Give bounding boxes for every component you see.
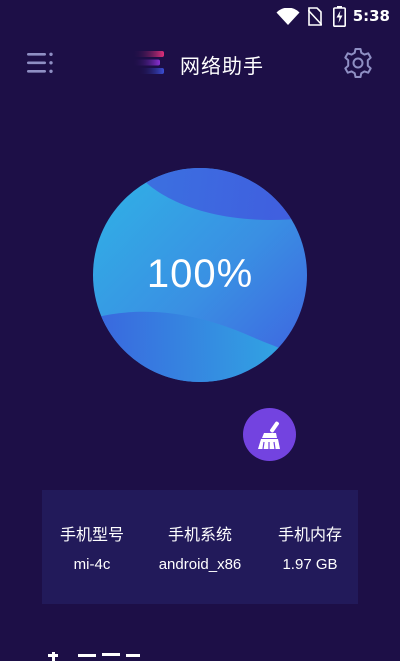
phone-model-value: mi-4c	[73, 556, 111, 573]
menu-icon	[27, 52, 53, 73]
phone-memory-label: 手机内存	[277, 525, 342, 544]
phone-model-label: 手机型号	[59, 525, 124, 544]
phone-system-info: 手机系统 android_x86	[145, 490, 255, 604]
app-title: 网络助手	[180, 54, 264, 78]
phone-system-label: 手机系统	[167, 525, 232, 544]
app-screen: 5:38 网络助手 100% 手机型号 mi-4c 手机系统 android_x…	[0, 0, 400, 661]
menu-button[interactable]	[26, 50, 56, 76]
status-time: 5:38	[352, 7, 390, 25]
no-sim-icon	[308, 7, 322, 26]
battery-charging-icon	[333, 6, 346, 27]
app-logo	[132, 51, 164, 74]
speed-percent: 100%	[146, 252, 254, 296]
device-info-panel: 手机型号 mi-4c 手机系统 android_x86 手机内存 1.97 GB	[42, 490, 358, 604]
section-heading-peek	[48, 652, 140, 661]
app-bar: 网络助手	[0, 38, 400, 88]
gear-icon	[344, 48, 372, 78]
clean-button[interactable]	[243, 408, 296, 461]
wifi-icon	[276, 8, 300, 25]
phone-memory-value: 1.97 GB	[282, 556, 338, 573]
phone-system-value: android_x86	[158, 556, 242, 573]
broom-icon	[258, 421, 280, 450]
status-bar: 5:38	[0, 0, 400, 34]
phone-memory-info: 手机内存 1.97 GB	[262, 490, 358, 604]
settings-button[interactable]	[341, 46, 375, 80]
phone-model-info: 手机型号 mi-4c	[42, 490, 142, 604]
